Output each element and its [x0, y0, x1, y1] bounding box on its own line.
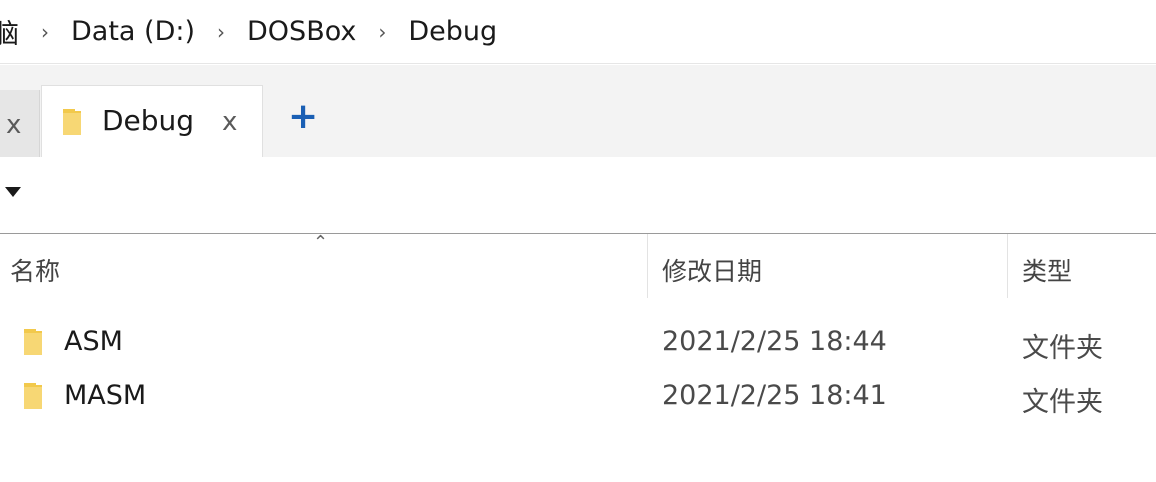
close-tab-icon[interactable]: x: [6, 112, 21, 138]
file-modified: 2021/2/25 18:44: [662, 326, 887, 357]
column-header-modified[interactable]: 修改日期: [662, 252, 762, 288]
chevron-right-icon[interactable]: ›: [195, 20, 247, 44]
sort-ascending-icon: ⌃: [313, 232, 329, 253]
tab-label: Debug: [102, 104, 195, 137]
folder-icon: [24, 383, 42, 409]
column-header-row: ⌃ 名称 修改日期 类型: [0, 232, 1156, 298]
command-bar: [0, 157, 1156, 233]
file-name[interactable]: ASM: [64, 326, 123, 357]
close-tab-icon[interactable]: x: [222, 109, 237, 135]
chevron-right-icon[interactable]: ›: [356, 20, 408, 44]
file-name[interactable]: MASM: [64, 380, 146, 411]
column-divider[interactable]: [647, 234, 648, 298]
column-header-type[interactable]: 类型: [1022, 252, 1072, 288]
tab-bar: x Debug x +: [0, 65, 1156, 157]
breadcrumb-item-data-drive[interactable]: Data (D:): [71, 16, 195, 47]
new-tab-button[interactable]: +: [288, 99, 318, 135]
file-type: 文件夹: [1022, 333, 1103, 364]
caret-down-icon[interactable]: [5, 187, 21, 197]
file-type: 文件夹: [1022, 387, 1103, 418]
column-header-name[interactable]: 名称: [10, 252, 60, 288]
breadcrumb-item-debug[interactable]: Debug: [408, 16, 497, 47]
column-divider[interactable]: [1007, 234, 1008, 298]
chevron-right-icon[interactable]: ›: [19, 20, 71, 44]
breadcrumb: 脑 › Data (D:) › DOSBox › Debug: [0, 0, 1156, 64]
file-modified: 2021/2/25 18:41: [662, 380, 887, 411]
file-row[interactable]: MASM 2021/2/25 18:41 文件夹: [0, 372, 1156, 422]
breadcrumb-item-this-pc[interactable]: 脑: [0, 12, 19, 51]
file-row[interactable]: ASM 2021/2/25 18:44 文件夹: [0, 318, 1156, 368]
folder-icon: [24, 329, 42, 355]
previous-tab[interactable]: x: [0, 90, 40, 157]
breadcrumb-item-dosbox[interactable]: DOSBox: [247, 16, 356, 47]
tab-debug[interactable]: Debug x: [41, 85, 263, 157]
folder-icon: [63, 109, 81, 135]
